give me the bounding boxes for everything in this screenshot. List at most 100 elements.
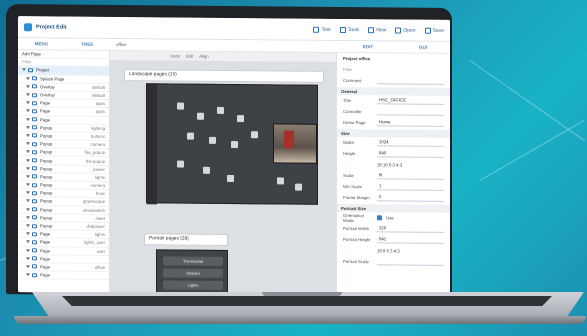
expand-arrow-icon[interactable]: [26, 126, 30, 130]
comment-label: Comment: [343, 77, 362, 84]
tree-item-tag: lighting: [91, 125, 105, 131]
tile-icon[interactable]: [197, 112, 204, 120]
scale-select[interactable]: fit: [377, 172, 444, 180]
expand-arrow-icon[interactable]: [26, 142, 30, 146]
aspect-ratio-links[interactable]: 16:10 5:3 4:3: [377, 162, 402, 167]
tile-icon[interactable]: [209, 136, 216, 144]
portrait-width-label: Portrait Width: [343, 225, 370, 232]
home-page-select[interactable]: Home: [377, 119, 444, 127]
comment-field[interactable]: [377, 77, 444, 85]
tile-icon[interactable]: [227, 174, 234, 183]
tile-icon[interactable]: [295, 183, 302, 191]
open-label: Open: [403, 27, 416, 34]
expand-arrow-icon[interactable]: [26, 248, 30, 252]
orientation-checkbox[interactable]: [377, 215, 382, 221]
portrait-height-field[interactable]: 541: [377, 236, 444, 244]
expand-arrow-icon[interactable]: [26, 199, 30, 203]
expand-arrow-icon[interactable]: [26, 257, 30, 261]
expand-arrow-icon[interactable]: [26, 150, 30, 154]
tree-item-label: Page: [40, 272, 51, 278]
phone-button[interactable]: Lights: [163, 280, 223, 290]
tab-gui[interactable]: GUI: [419, 45, 427, 50]
tree-item[interactable]: Page: [18, 271, 109, 281]
orientation-label: Orientation Mode: [343, 212, 365, 223]
landscape-page-preview[interactable]: [146, 83, 318, 205]
tree-item-label: Popup: [40, 133, 53, 139]
page-icon: [32, 256, 37, 261]
expand-arrow-icon[interactable]: [26, 224, 30, 228]
tile-icon[interactable]: [231, 141, 238, 149]
title-label: Title: [343, 97, 351, 104]
tile-icon[interactable]: [251, 131, 258, 139]
expand-arrow-icon[interactable]: [26, 175, 30, 179]
phone-button[interactable]: Shades: [163, 268, 223, 278]
controller-select[interactable]: [377, 108, 444, 116]
portrait-width-field[interactable]: 320: [377, 225, 444, 233]
expand-arrow-icon[interactable]: [26, 117, 30, 121]
tab-tree[interactable]: TREE: [81, 42, 93, 47]
tile-icon[interactable]: [237, 115, 244, 123]
portrait-page-preview[interactable]: Thermostat Shades Lights: [156, 249, 228, 294]
laptop-lid: Project Edit Test Tools New Open Save ME…: [6, 4, 452, 298]
page-icon: [32, 215, 37, 220]
expand-arrow-icon[interactable]: [26, 93, 30, 97]
align-button[interactable]: Align: [199, 54, 208, 59]
expand-arrow-icon[interactable]: [22, 68, 26, 72]
app-logo-icon: [24, 22, 32, 31]
tile-icon[interactable]: [203, 166, 210, 174]
phone-button[interactable]: Thermostat: [163, 256, 223, 266]
expand-arrow-icon[interactable]: [26, 109, 30, 113]
height-field[interactable]: 640: [377, 150, 444, 158]
expand-arrow-icon[interactable]: [26, 166, 30, 170]
frame-margin-field[interactable]: 0: [377, 194, 444, 202]
expand-arrow-icon[interactable]: [26, 183, 30, 187]
page-tree-panel: Add Page Filter Project Splash Page Overla…: [18, 50, 110, 293]
tree-item-label: Overlay: [40, 84, 55, 90]
min-scale-field[interactable]: 1: [377, 183, 444, 191]
expand-arrow-icon[interactable]: [26, 216, 30, 220]
page-icon: [32, 92, 37, 97]
tile-icon[interactable]: [217, 106, 224, 114]
tile-icon[interactable]: [277, 177, 284, 185]
expand-arrow-icon[interactable]: [26, 273, 30, 277]
tree-item-tag: the popup: [85, 158, 105, 164]
tree-item-label: Popup: [40, 125, 53, 131]
portrait-ratio-links[interactable]: 16:9 5:3 4:3: [377, 248, 400, 253]
title-field[interactable]: HSC_OFFICE: [377, 97, 444, 105]
expand-arrow-icon[interactable]: [26, 240, 30, 244]
expand-arrow-icon[interactable]: [26, 76, 30, 80]
page-icon: [32, 76, 37, 81]
tree-item-label: Popup: [40, 141, 53, 147]
tile-icon[interactable]: [177, 160, 184, 168]
width-field[interactable]: 1024: [377, 139, 444, 147]
undo-button[interactable]: Undo: [170, 53, 180, 58]
expand-arrow-icon[interactable]: [26, 207, 30, 211]
new-button[interactable]: New: [368, 26, 386, 33]
save-button[interactable]: Save: [424, 27, 444, 34]
tree-item-tag: lights: [94, 174, 105, 180]
page-icon: [32, 141, 37, 146]
tree-item-label: Popup: [40, 190, 53, 196]
expand-arrow-icon[interactable]: [26, 232, 30, 236]
tile-icon[interactable]: [187, 132, 194, 140]
tools-button[interactable]: Tools: [339, 26, 359, 33]
test-button[interactable]: Test: [313, 26, 331, 32]
hinge-notch: [262, 292, 342, 296]
expand-arrow-icon[interactable]: [26, 134, 30, 138]
folder-icon: [395, 26, 402, 34]
tile-icon[interactable]: [177, 102, 184, 110]
expand-arrow-icon[interactable]: [26, 158, 30, 162]
expand-arrow-icon[interactable]: [26, 85, 30, 89]
save-icon: [424, 27, 431, 34]
portrait-scale-select[interactable]: [377, 258, 444, 266]
edit-button[interactable]: Edit: [186, 54, 193, 59]
page-icon: [32, 191, 37, 196]
breadcrumb[interactable]: office: [116, 42, 127, 47]
open-button[interactable]: Open: [395, 26, 416, 34]
expand-arrow-icon[interactable]: [26, 265, 30, 269]
expand-arrow-icon[interactable]: [26, 101, 30, 105]
tab-edit[interactable]: EDIT: [363, 44, 373, 49]
expand-arrow-icon[interactable]: [26, 191, 30, 195]
tab-menu[interactable]: MENU: [35, 41, 48, 46]
tree-item-label: Page: [40, 108, 51, 114]
